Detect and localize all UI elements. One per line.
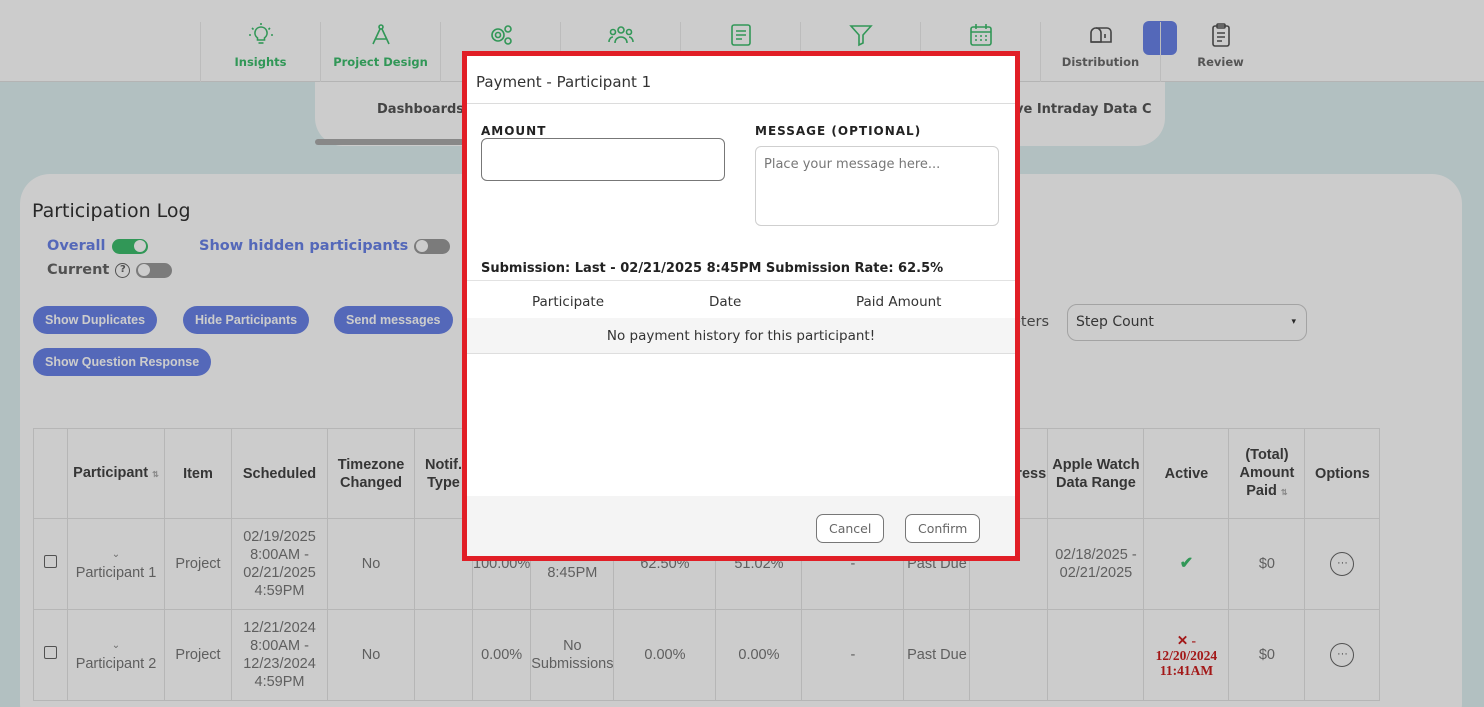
cancel-button[interactable]: Cancel: [816, 514, 885, 543]
history-header-date: Date: [709, 294, 742, 310]
payment-modal: Payment - Participant 1 AMOUNT MESSAGE (…: [462, 51, 1020, 561]
history-header-participate: Participate: [532, 294, 605, 310]
divider: [467, 103, 1015, 104]
divider: [467, 280, 1015, 281]
modal-footer: Cancel Confirm: [467, 496, 1015, 556]
message-label: MESSAGE (OPTIONAL): [755, 124, 922, 138]
message-field[interactable]: [755, 146, 999, 226]
submission-info: Submission: Last - 02/21/2025 8:45PM Sub…: [481, 261, 944, 276]
history-header-paid-amount: Paid Amount: [856, 294, 942, 310]
amount-field[interactable]: [481, 138, 725, 181]
amount-label: AMOUNT: [481, 124, 547, 138]
modal-title: Payment - Participant 1: [476, 73, 652, 91]
empty-history-message: No payment history for this participant!: [467, 318, 1015, 354]
confirm-button[interactable]: Confirm: [905, 514, 981, 543]
